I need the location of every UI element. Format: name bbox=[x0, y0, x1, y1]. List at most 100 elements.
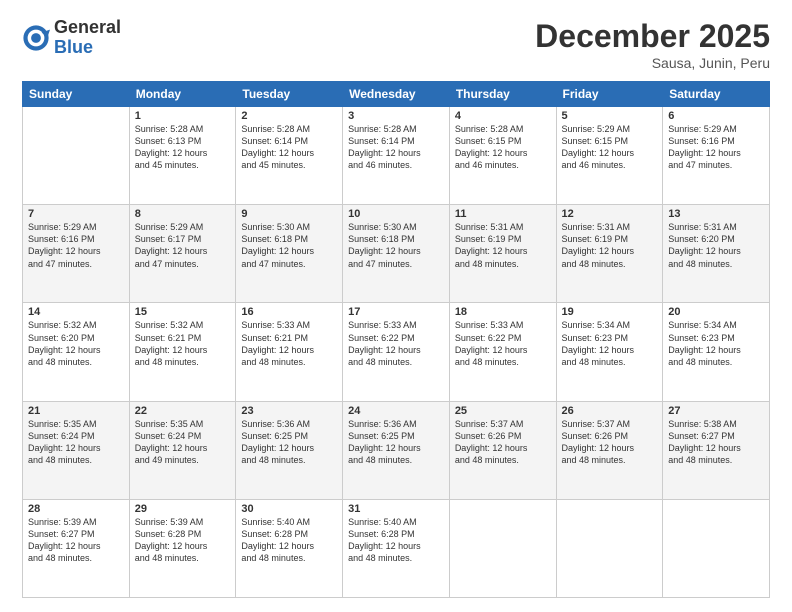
calendar-cell: 10Sunrise: 5:30 AM Sunset: 6:18 PM Dayli… bbox=[343, 205, 450, 303]
cell-info: Sunrise: 5:29 AM Sunset: 6:16 PM Dayligh… bbox=[28, 221, 124, 270]
cell-info: Sunrise: 5:32 AM Sunset: 6:20 PM Dayligh… bbox=[28, 319, 124, 368]
month-title: December 2025 bbox=[535, 18, 770, 55]
day-number: 29 bbox=[135, 503, 231, 515]
calendar-cell: 6Sunrise: 5:29 AM Sunset: 6:16 PM Daylig… bbox=[663, 107, 770, 205]
cell-info: Sunrise: 5:34 AM Sunset: 6:23 PM Dayligh… bbox=[562, 319, 658, 368]
calendar-cell: 20Sunrise: 5:34 AM Sunset: 6:23 PM Dayli… bbox=[663, 303, 770, 401]
calendar-cell bbox=[23, 107, 130, 205]
col-header-monday: Monday bbox=[129, 82, 236, 107]
calendar-cell: 27Sunrise: 5:38 AM Sunset: 6:27 PM Dayli… bbox=[663, 401, 770, 499]
day-number: 5 bbox=[562, 110, 658, 122]
calendar-cell: 25Sunrise: 5:37 AM Sunset: 6:26 PM Dayli… bbox=[449, 401, 556, 499]
week-row-0: 1Sunrise: 5:28 AM Sunset: 6:13 PM Daylig… bbox=[23, 107, 770, 205]
day-number: 12 bbox=[562, 208, 658, 220]
day-number: 9 bbox=[241, 208, 337, 220]
calendar-cell: 4Sunrise: 5:28 AM Sunset: 6:15 PM Daylig… bbox=[449, 107, 556, 205]
calendar-cell: 14Sunrise: 5:32 AM Sunset: 6:20 PM Dayli… bbox=[23, 303, 130, 401]
calendar-body: 1Sunrise: 5:28 AM Sunset: 6:13 PM Daylig… bbox=[23, 107, 770, 598]
cell-info: Sunrise: 5:31 AM Sunset: 6:19 PM Dayligh… bbox=[455, 221, 551, 270]
calendar-cell: 28Sunrise: 5:39 AM Sunset: 6:27 PM Dayli… bbox=[23, 499, 130, 597]
logo-text: General Blue bbox=[54, 18, 121, 58]
calendar-cell: 2Sunrise: 5:28 AM Sunset: 6:14 PM Daylig… bbox=[236, 107, 343, 205]
cell-info: Sunrise: 5:28 AM Sunset: 6:13 PM Dayligh… bbox=[135, 123, 231, 172]
col-header-wednesday: Wednesday bbox=[343, 82, 450, 107]
day-number: 30 bbox=[241, 503, 337, 515]
logo-blue: Blue bbox=[54, 38, 121, 58]
calendar-cell: 12Sunrise: 5:31 AM Sunset: 6:19 PM Dayli… bbox=[556, 205, 663, 303]
week-row-1: 7Sunrise: 5:29 AM Sunset: 6:16 PM Daylig… bbox=[23, 205, 770, 303]
calendar-cell: 26Sunrise: 5:37 AM Sunset: 6:26 PM Dayli… bbox=[556, 401, 663, 499]
cell-info: Sunrise: 5:28 AM Sunset: 6:14 PM Dayligh… bbox=[348, 123, 444, 172]
calendar-cell: 11Sunrise: 5:31 AM Sunset: 6:19 PM Dayli… bbox=[449, 205, 556, 303]
day-number: 7 bbox=[28, 208, 124, 220]
calendar-cell bbox=[663, 499, 770, 597]
header: General Blue December 2025 Sausa, Junin,… bbox=[22, 18, 770, 71]
day-number: 4 bbox=[455, 110, 551, 122]
day-number: 10 bbox=[348, 208, 444, 220]
day-number: 23 bbox=[241, 405, 337, 417]
cell-info: Sunrise: 5:29 AM Sunset: 6:15 PM Dayligh… bbox=[562, 123, 658, 172]
calendar-cell: 1Sunrise: 5:28 AM Sunset: 6:13 PM Daylig… bbox=[129, 107, 236, 205]
cell-info: Sunrise: 5:36 AM Sunset: 6:25 PM Dayligh… bbox=[348, 418, 444, 467]
day-number: 24 bbox=[348, 405, 444, 417]
day-number: 2 bbox=[241, 110, 337, 122]
cell-info: Sunrise: 5:30 AM Sunset: 6:18 PM Dayligh… bbox=[241, 221, 337, 270]
logo: General Blue bbox=[22, 18, 121, 58]
calendar-cell: 19Sunrise: 5:34 AM Sunset: 6:23 PM Dayli… bbox=[556, 303, 663, 401]
cell-info: Sunrise: 5:29 AM Sunset: 6:17 PM Dayligh… bbox=[135, 221, 231, 270]
cell-info: Sunrise: 5:28 AM Sunset: 6:14 PM Dayligh… bbox=[241, 123, 337, 172]
cell-info: Sunrise: 5:40 AM Sunset: 6:28 PM Dayligh… bbox=[348, 516, 444, 565]
cell-info: Sunrise: 5:38 AM Sunset: 6:27 PM Dayligh… bbox=[668, 418, 764, 467]
calendar-cell: 9Sunrise: 5:30 AM Sunset: 6:18 PM Daylig… bbox=[236, 205, 343, 303]
calendar-cell: 8Sunrise: 5:29 AM Sunset: 6:17 PM Daylig… bbox=[129, 205, 236, 303]
cell-info: Sunrise: 5:37 AM Sunset: 6:26 PM Dayligh… bbox=[455, 418, 551, 467]
logo-general: General bbox=[54, 18, 121, 38]
calendar-cell: 31Sunrise: 5:40 AM Sunset: 6:28 PM Dayli… bbox=[343, 499, 450, 597]
cell-info: Sunrise: 5:29 AM Sunset: 6:16 PM Dayligh… bbox=[668, 123, 764, 172]
day-number: 16 bbox=[241, 306, 337, 318]
calendar-cell: 5Sunrise: 5:29 AM Sunset: 6:15 PM Daylig… bbox=[556, 107, 663, 205]
title-block: December 2025 Sausa, Junin, Peru bbox=[535, 18, 770, 71]
cell-info: Sunrise: 5:33 AM Sunset: 6:22 PM Dayligh… bbox=[348, 319, 444, 368]
calendar-cell: 23Sunrise: 5:36 AM Sunset: 6:25 PM Dayli… bbox=[236, 401, 343, 499]
calendar-cell: 16Sunrise: 5:33 AM Sunset: 6:21 PM Dayli… bbox=[236, 303, 343, 401]
cell-info: Sunrise: 5:35 AM Sunset: 6:24 PM Dayligh… bbox=[135, 418, 231, 467]
calendar-cell bbox=[556, 499, 663, 597]
calendar-cell bbox=[449, 499, 556, 597]
day-number: 13 bbox=[668, 208, 764, 220]
week-row-3: 21 Sunrise: 5:35 AM Sunset: 6:24 PM Dayli… bbox=[23, 401, 770, 499]
day-number: 11 bbox=[455, 208, 551, 220]
day-number: 8 bbox=[135, 208, 231, 220]
cell-info: Sunrise: 5:30 AM Sunset: 6:18 PM Dayligh… bbox=[348, 221, 444, 270]
cell-info: Sunrise: 5:31 AM Sunset: 6:20 PM Dayligh… bbox=[668, 221, 764, 270]
logo-icon bbox=[22, 24, 50, 52]
day-number: 21 bbox=[28, 405, 124, 417]
day-number: 17 bbox=[348, 306, 444, 318]
calendar-cell: 24Sunrise: 5:36 AM Sunset: 6:25 PM Dayli… bbox=[343, 401, 450, 499]
day-number: 20 bbox=[668, 306, 764, 318]
day-number: 27 bbox=[668, 405, 764, 417]
calendar-cell: 29Sunrise: 5:39 AM Sunset: 6:28 PM Dayli… bbox=[129, 499, 236, 597]
page: General Blue December 2025 Sausa, Junin,… bbox=[0, 0, 792, 612]
col-header-tuesday: Tuesday bbox=[236, 82, 343, 107]
calendar-table: SundayMondayTuesdayWednesdayThursdayFrid… bbox=[22, 81, 770, 598]
day-number: 18 bbox=[455, 306, 551, 318]
cell-info: Sunrise: 5:32 AM Sunset: 6:21 PM Dayligh… bbox=[135, 319, 231, 368]
calendar-cell: 17Sunrise: 5:33 AM Sunset: 6:22 PM Dayli… bbox=[343, 303, 450, 401]
cell-info: Sunrise: 5:34 AM Sunset: 6:23 PM Dayligh… bbox=[668, 319, 764, 368]
cell-info: Sunrise: 5:31 AM Sunset: 6:19 PM Dayligh… bbox=[562, 221, 658, 270]
cell-info: Sunrise: 5:40 AM Sunset: 6:28 PM Dayligh… bbox=[241, 516, 337, 565]
location: Sausa, Junin, Peru bbox=[535, 55, 770, 71]
day-number: 22 bbox=[135, 405, 231, 417]
day-number: 31 bbox=[348, 503, 444, 515]
cell-info: Sunrise: 5:33 AM Sunset: 6:21 PM Dayligh… bbox=[241, 319, 337, 368]
week-row-4: 28Sunrise: 5:39 AM Sunset: 6:27 PM Dayli… bbox=[23, 499, 770, 597]
day-number: 14 bbox=[28, 306, 124, 318]
week-row-2: 14Sunrise: 5:32 AM Sunset: 6:20 PM Dayli… bbox=[23, 303, 770, 401]
day-number: 26 bbox=[562, 405, 658, 417]
calendar-cell: 21Sunrise: 5:35 AM Sunset: 6:24 PM Dayli… bbox=[23, 401, 130, 499]
day-number: 6 bbox=[668, 110, 764, 122]
cell-info: Sunrise: 5:39 AM Sunset: 6:28 PM Dayligh… bbox=[135, 516, 231, 565]
day-number: 3 bbox=[348, 110, 444, 122]
calendar-cell: 18Sunrise: 5:33 AM Sunset: 6:22 PM Dayli… bbox=[449, 303, 556, 401]
